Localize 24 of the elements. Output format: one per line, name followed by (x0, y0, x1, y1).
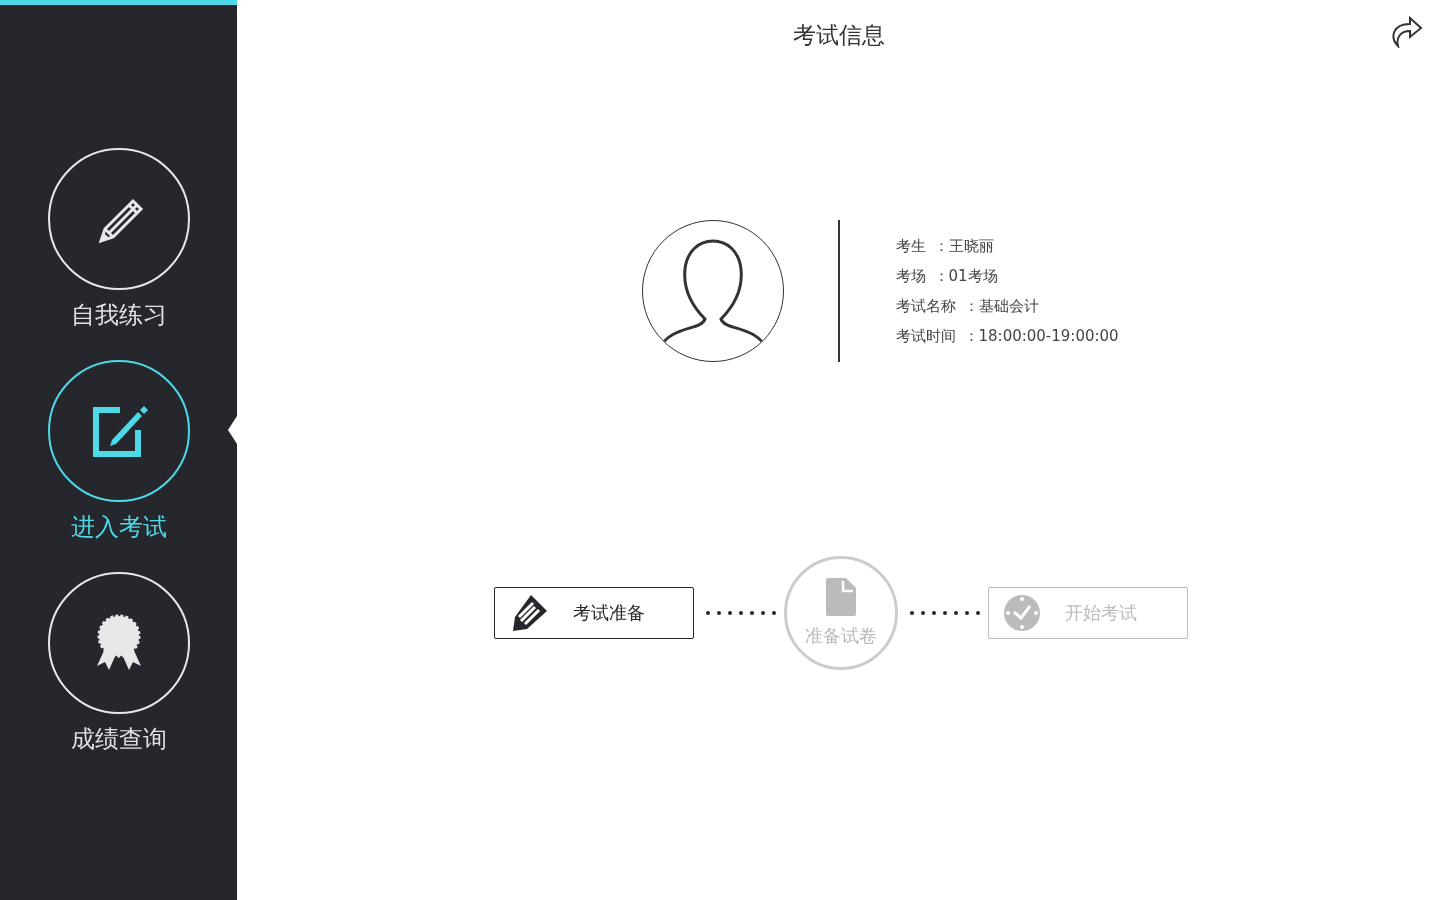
field-label: 考试时间 (895, 326, 956, 347)
nav-button[interactable] (47, 360, 190, 502)
field-value: ：18:00:00-19:00:00 (963, 326, 1119, 347)
step-label: 准备试卷 (805, 624, 877, 648)
selection-pointer (228, 416, 237, 444)
field-value: ：王晓丽 (933, 236, 994, 257)
document-icon (826, 578, 856, 616)
field-value: ：01考场 (933, 266, 998, 287)
field-label: 考生 (895, 236, 926, 257)
field-label: 考试名称 (895, 296, 956, 317)
dotted-connector (706, 611, 776, 615)
dotted-connector (910, 611, 980, 615)
step-label: 开始考试 (1065, 601, 1137, 625)
nav-label[interactable]: 成绩查询 (66, 722, 171, 756)
field-value: ：基础会计 (963, 296, 1039, 317)
field-label: 考场 (895, 266, 926, 287)
nav-label[interactable]: 自我练习 (66, 298, 171, 332)
nav-button[interactable] (47, 572, 190, 714)
nav-button[interactable] (47, 148, 190, 290)
clock-icon (1003, 594, 1041, 632)
award-icon (94, 614, 143, 672)
nav-label[interactable]: 进入考试 (66, 510, 171, 544)
page-title: 考试信息 (792, 20, 885, 50)
step-label: 考试准备 (573, 601, 645, 625)
